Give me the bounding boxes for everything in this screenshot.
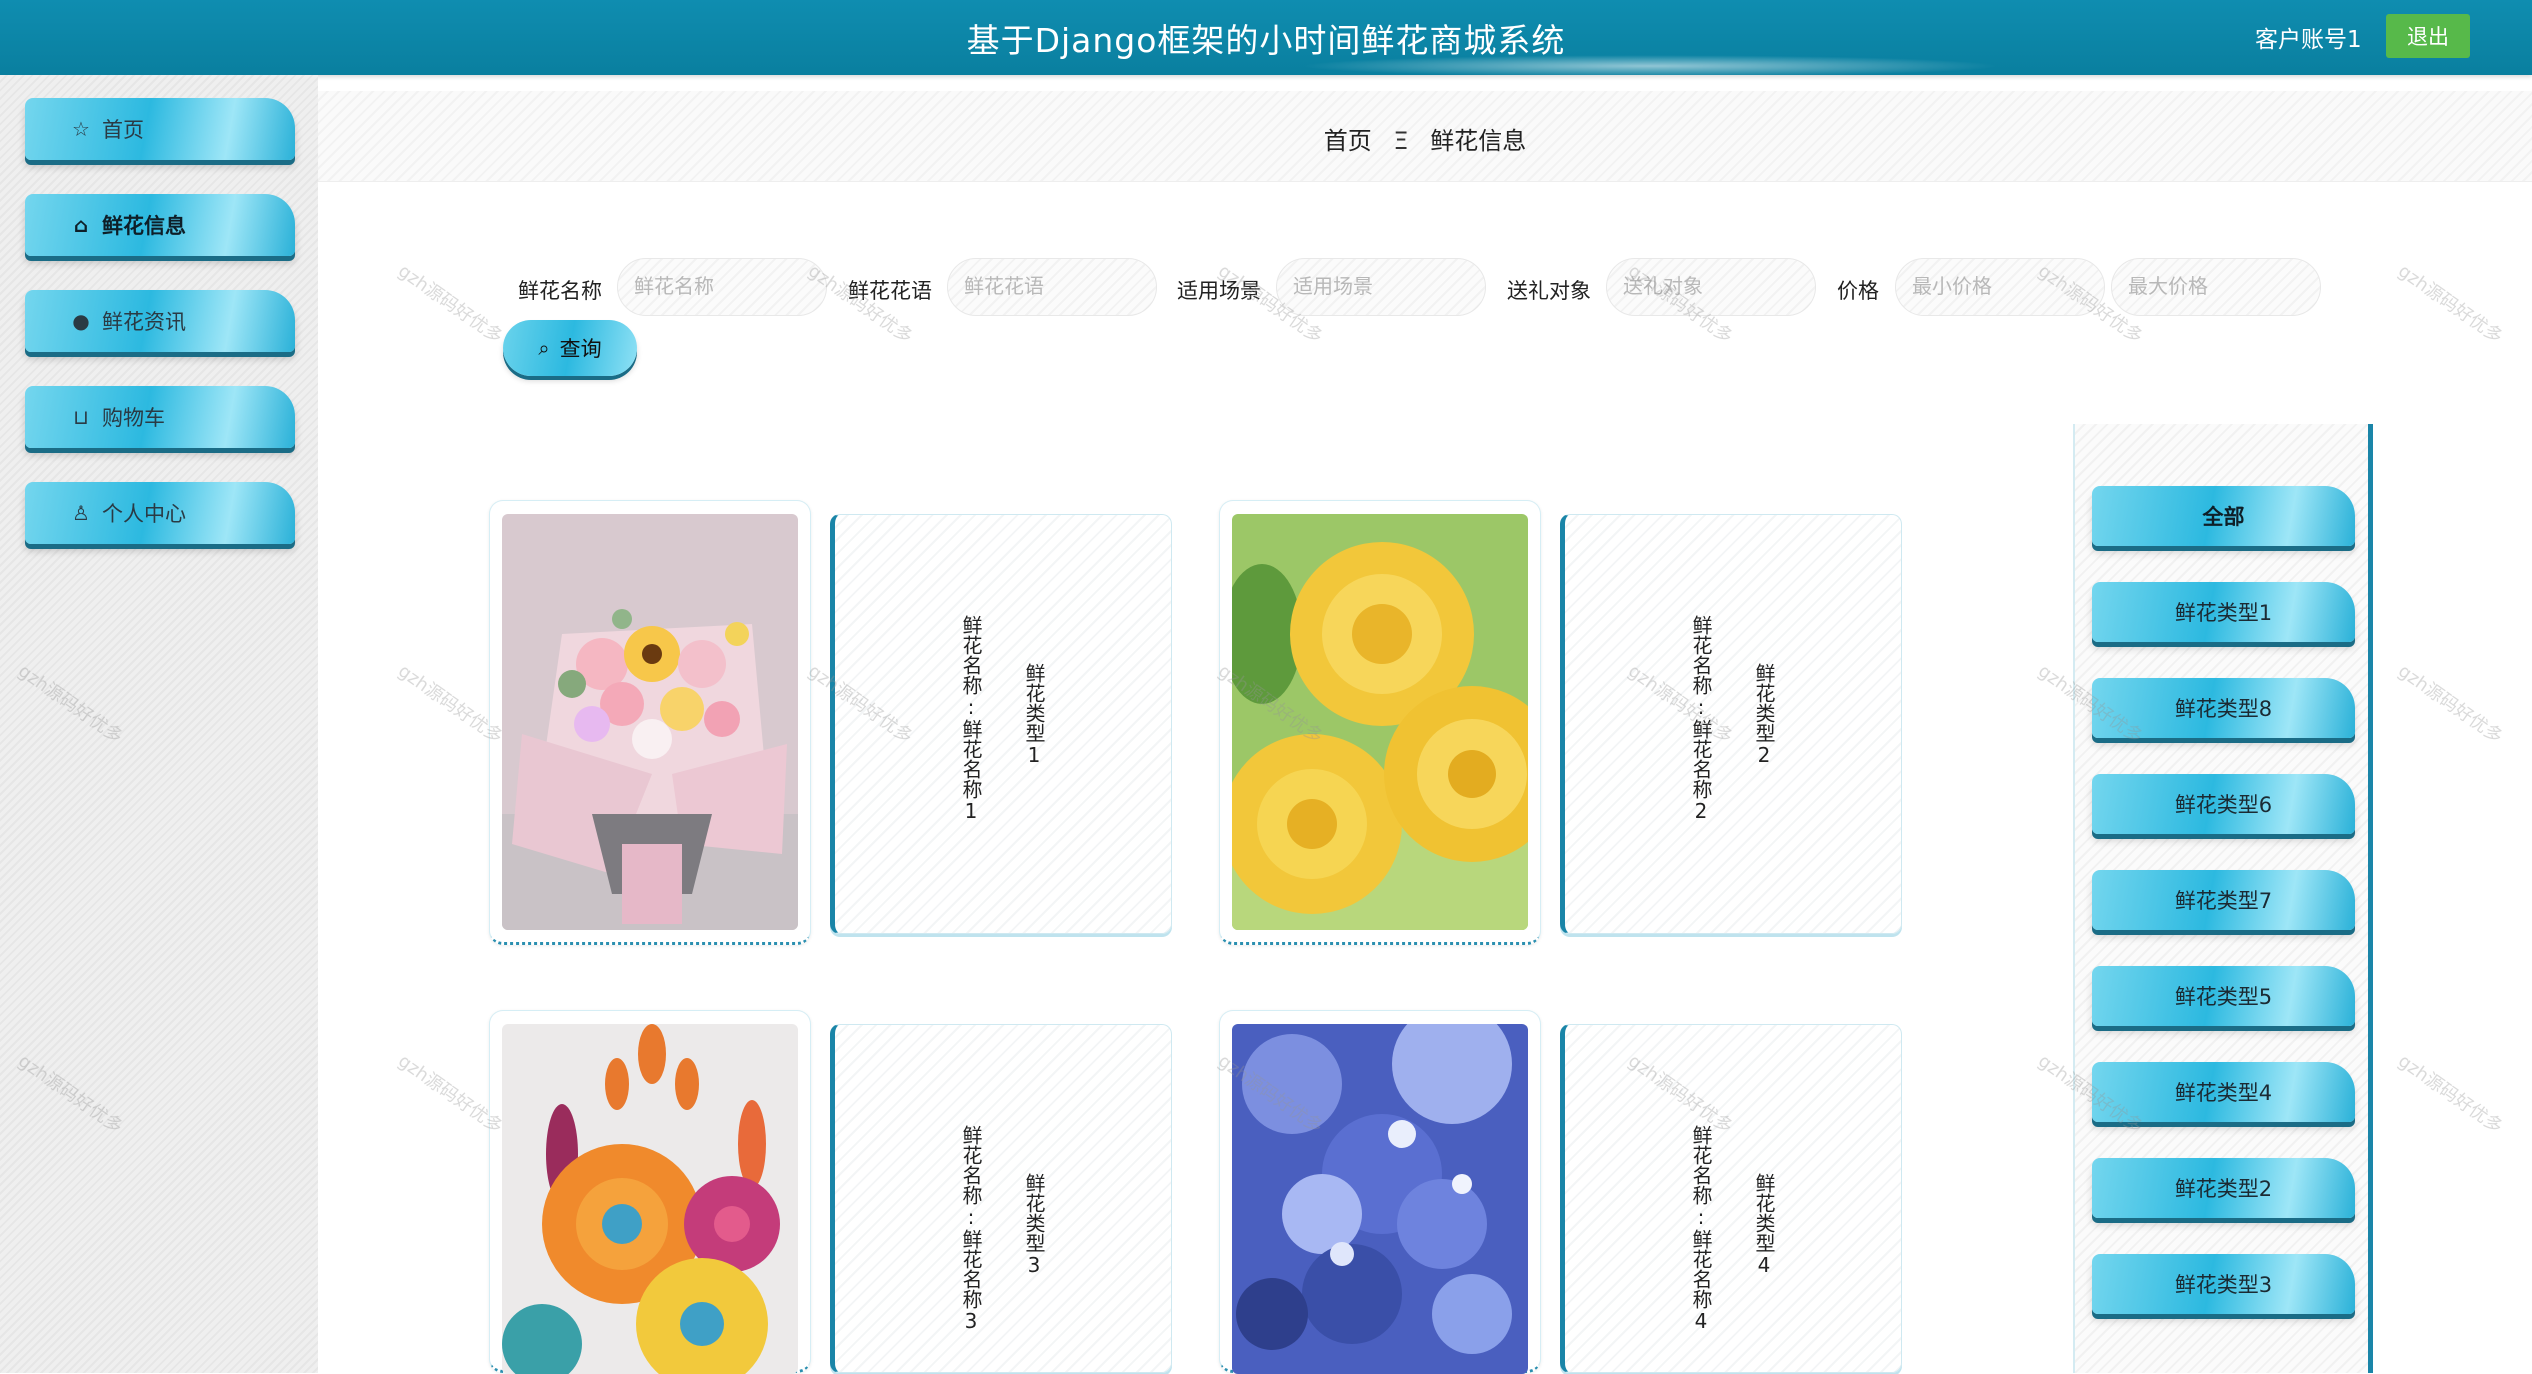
- watermark: gzh源码好优多: [2394, 660, 2507, 748]
- product-name-text: 鲜花名称:鲜花名称4: [1689, 1125, 1713, 1333]
- scene-input[interactable]: [1276, 258, 1486, 316]
- breadcrumb-home[interactable]: 首页: [1324, 127, 1372, 155]
- logout-button[interactable]: 退出: [2386, 14, 2470, 58]
- sidebar-item-profile[interactable]: ♙ 个人中心: [25, 482, 295, 544]
- category-panel: 全部 鲜花类型1 鲜花类型8 鲜花类型6 鲜花类型7 鲜花类型5 鲜花类型4 鲜…: [2073, 424, 2373, 1373]
- breadcrumb: 首页 Ξ 鲜花信息: [318, 121, 2532, 156]
- category-item[interactable]: 鲜花类型6: [2092, 774, 2355, 834]
- top-header: 基于Django框架的小时间鲜花商城系统 客户账号1 退出: [0, 0, 2532, 77]
- product-image-card[interactable]: [1219, 500, 1541, 945]
- product-type-text: 鲜花类型1: [1022, 663, 1046, 767]
- category-item[interactable]: 鲜花类型2: [2092, 1158, 2355, 1218]
- flower-language-input[interactable]: [947, 258, 1157, 316]
- paper-flower-image: [502, 1024, 798, 1374]
- watermark: gzh源码好优多: [2394, 260, 2507, 348]
- search-label-price: 价格: [1837, 279, 1879, 303]
- sidebar-item-flower-news[interactable]: ● 鲜花资讯: [25, 290, 295, 352]
- user-icon: ♙: [72, 501, 90, 525]
- product-image-card[interactable]: [489, 1010, 811, 1374]
- search-label-name: 鲜花名称: [518, 279, 602, 303]
- info-icon: ●: [72, 309, 90, 333]
- bag-icon: ⌂: [73, 213, 89, 237]
- sidebar-item-cart[interactable]: ⊔ 购物车: [25, 386, 295, 448]
- sidebar-item-home[interactable]: ☆ 首页: [25, 98, 295, 160]
- product-type-text: 鲜花类型4: [1752, 1173, 1776, 1277]
- sidebar-item-label: 鲜花资讯: [102, 310, 186, 334]
- product-type-text: 鲜花类型2: [1752, 663, 1776, 767]
- watermark: gzh源码好优多: [394, 260, 507, 348]
- blue-flower-image: [1232, 1024, 1528, 1374]
- site-title: 基于Django框架的小时间鲜花商城系统: [966, 21, 1566, 60]
- product-info-card[interactable]: 鲜花名称:鲜花名称3 鲜花类型3: [830, 1024, 1172, 1373]
- query-label: 查询: [559, 337, 602, 361]
- product-name-text: 鲜花名称:鲜花名称1: [959, 615, 983, 823]
- category-item[interactable]: 鲜花类型7: [2092, 870, 2355, 930]
- watermark: gzh源码好优多: [2394, 1050, 2507, 1138]
- sidebar: ☆ 首页 ⌂ 鲜花信息 ● 鲜花资讯 ⊔ 购物车 ♙ 个人中心: [0, 75, 318, 1373]
- category-item[interactable]: 鲜花类型5: [2092, 966, 2355, 1026]
- product-image-card[interactable]: [1219, 1010, 1541, 1374]
- search-label-recipient: 送礼对象: [1507, 279, 1591, 303]
- sidebar-item-label: 购物车: [102, 406, 165, 430]
- breadcrumb-current: 鲜花信息: [1430, 127, 1527, 155]
- bouquet-image: [502, 514, 798, 930]
- sidebar-item-label: 鲜花信息: [102, 214, 186, 238]
- category-item[interactable]: 鲜花类型3: [2092, 1254, 2355, 1314]
- cart-icon: ⊔: [73, 405, 89, 429]
- breadcrumb-separator: Ξ: [1393, 127, 1409, 155]
- account-name: 客户账号1: [2255, 27, 2362, 53]
- query-button[interactable]: ⌕ 查询: [503, 320, 637, 376]
- search-icon: ⌕: [538, 336, 550, 360]
- flower-name-input[interactable]: [617, 258, 827, 316]
- breadcrumb-bar: 首页 Ξ 鲜花信息: [318, 91, 2532, 182]
- sidebar-item-flower-info[interactable]: ⌂ 鲜花信息: [25, 194, 295, 256]
- product-info-card[interactable]: 鲜花名称:鲜花名称4 鲜花类型4: [1560, 1024, 1902, 1373]
- product-image-card[interactable]: [489, 500, 811, 945]
- category-item[interactable]: 鲜花类型1: [2092, 582, 2355, 642]
- max-price-input[interactable]: [2111, 258, 2321, 316]
- star-icon: ☆: [72, 117, 90, 141]
- sidebar-item-label: 个人中心: [102, 502, 186, 526]
- product-name-text: 鲜花名称:鲜花名称3: [959, 1125, 983, 1333]
- sidebar-item-label: 首页: [102, 118, 144, 142]
- product-type-text: 鲜花类型3: [1022, 1173, 1046, 1277]
- category-all[interactable]: 全部: [2092, 486, 2355, 546]
